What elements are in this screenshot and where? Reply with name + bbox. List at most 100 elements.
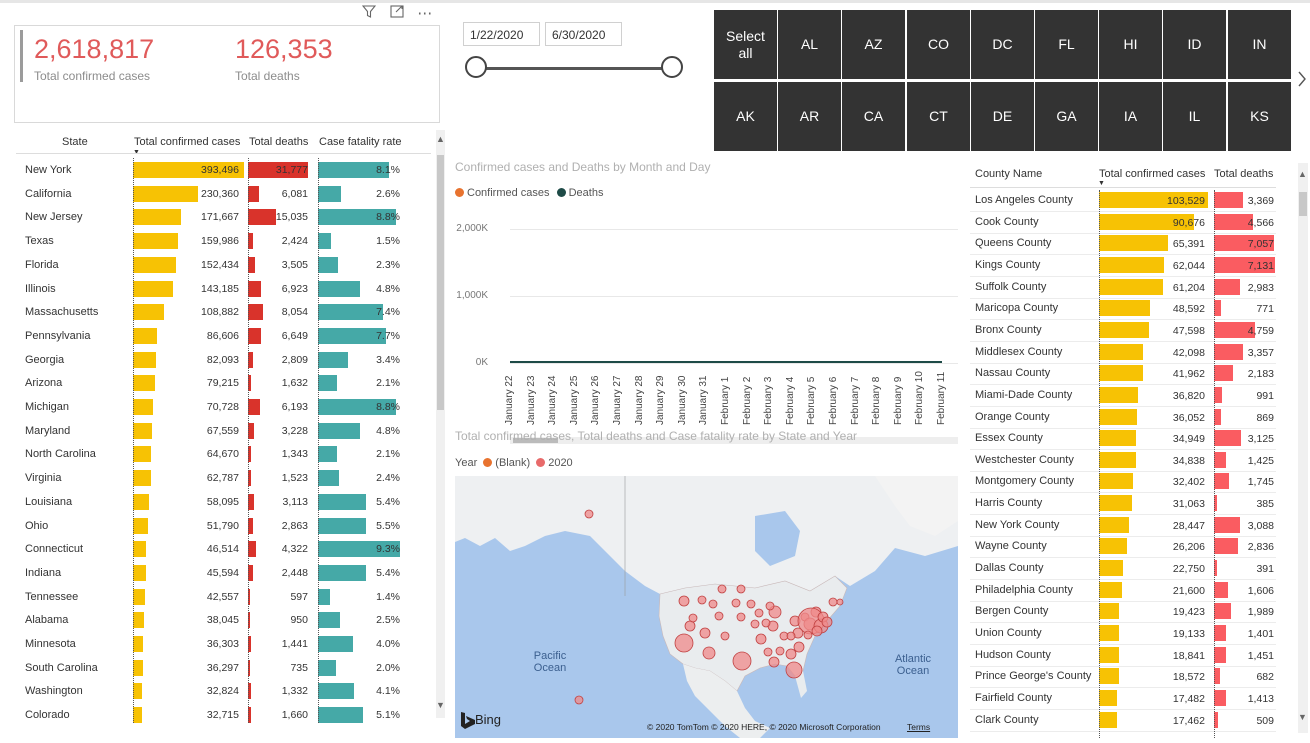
state-button-al[interactable]: AL [778, 10, 841, 79]
state-button-hi[interactable]: HI [1099, 10, 1162, 79]
cfr-value: 2.0% [376, 662, 400, 674]
county-name: Maricopa County [975, 302, 1059, 314]
cfr-value: 2.6% [376, 188, 400, 200]
row-divider [970, 709, 1276, 710]
state-button-fl[interactable]: FL [1035, 10, 1098, 79]
col-header-confirmed[interactable]: Total confirmed cases [134, 136, 240, 148]
scroll-up-icon[interactable]: ▲ [1298, 169, 1307, 179]
deaths-kpi-value: 126,353 [235, 34, 333, 64]
county-name: Westchester County [975, 454, 1074, 466]
deaths-value: 991 [1256, 390, 1274, 402]
state-button-id[interactable]: ID [1163, 10, 1226, 79]
confirmed-value: 21,600 [1172, 585, 1205, 597]
confirmed-value: 36,052 [1172, 412, 1205, 424]
kpi-accent-bar [20, 30, 23, 82]
deaths-value: 3,125 [1247, 433, 1274, 445]
confirmed-value: 38,045 [206, 614, 239, 626]
cfr-value: 8.8% [376, 211, 400, 223]
scroll-down-icon[interactable]: ▼ [436, 700, 445, 710]
map-terms-link[interactable]: Terms [907, 722, 930, 732]
state-button-in[interactable]: IN [1228, 10, 1291, 79]
date-slider-end-handle[interactable] [661, 56, 683, 78]
confirmed-value: 46,514 [206, 543, 239, 555]
x-tick-label: February 10 [914, 371, 925, 425]
confirmed-value: 90,676 [1172, 217, 1205, 229]
col-header-state[interactable]: State [62, 136, 88, 148]
row-divider [970, 449, 1276, 450]
confirmed-value: 171,667 [201, 211, 239, 223]
state-button-ct[interactable]: CT [907, 82, 970, 151]
end-date-input[interactable]: 6/30/2020 [545, 22, 622, 46]
county-name: Harris County [975, 497, 1043, 509]
map-graphic: Pacific Ocean Atlantic Ocean [455, 476, 958, 738]
state-button-ak[interactable]: AK [714, 82, 777, 151]
county-name: Prince George's County [975, 670, 1092, 682]
state-button-il[interactable]: IL [1163, 82, 1226, 151]
deaths-value: 6,649 [281, 330, 308, 342]
state-button-dc[interactable]: DC [971, 10, 1034, 79]
state-button-de[interactable]: DE [971, 82, 1034, 151]
deaths-value: 869 [1256, 412, 1274, 424]
col-header-county-confirmed[interactable]: Total confirmed cases [1099, 168, 1205, 180]
pacific-ocean-label: Pacific Ocean [534, 650, 567, 674]
select-all-button[interactable]: Select all [714, 10, 777, 79]
map-legend-2020[interactable]: 2020 [536, 457, 573, 469]
county-table-scroll-thumb[interactable] [1299, 192, 1307, 216]
state-name: Ohio [25, 520, 49, 532]
deaths-value: 3,228 [281, 425, 308, 437]
legend-dot-icon [536, 458, 546, 467]
state-name: Alabama [25, 614, 69, 626]
county-name: Los Angeles County [975, 194, 1073, 206]
col-header-county-deaths[interactable]: Total deaths [1214, 168, 1273, 180]
bubble-map[interactable]: Pacific Ocean Atlantic Ocean Bing © 2020… [455, 476, 958, 738]
state-name: Virginia [25, 472, 62, 484]
state-button-ca[interactable]: CA [842, 82, 905, 151]
deaths-value: 950 [290, 614, 308, 626]
deaths-value: 682 [1256, 671, 1274, 683]
x-tick-label: February 2 [742, 376, 753, 425]
col-header-deaths[interactable]: Total deaths [249, 136, 308, 148]
state-button-co[interactable]: CO [907, 10, 970, 79]
more-options-icon[interactable]: ⋯ [417, 5, 433, 22]
county-name: Bronx County [975, 324, 1042, 336]
state-name: Maryland [25, 425, 71, 437]
deaths-value: 6,081 [281, 188, 308, 200]
deaths-value: 3,113 [282, 496, 309, 508]
legend-confirmed[interactable]: Confirmed cases [455, 187, 550, 199]
confirmed-value: 62,787 [206, 472, 239, 484]
col-header-cfr[interactable]: Case fatality rate [319, 136, 402, 148]
bing-logo-text: Bing [475, 712, 502, 727]
cfr-value: 5.1% [376, 709, 400, 721]
state-button-ga[interactable]: GA [1035, 82, 1098, 151]
confirmed-value: 47,598 [1172, 325, 1205, 337]
cfr-value: 5.4% [376, 567, 400, 579]
state-button-ia[interactable]: IA [1099, 82, 1162, 151]
state-table-scroll-thumb[interactable] [437, 155, 444, 410]
deaths-kpi-label: Total deaths [235, 69, 300, 83]
deaths-value: 6,193 [281, 401, 308, 413]
start-date-input[interactable]: 1/22/2020 [463, 22, 540, 46]
cfr-value: 1.5% [376, 235, 400, 247]
chevron-right-icon[interactable] [1297, 70, 1307, 93]
date-slider-start-handle[interactable] [465, 56, 487, 78]
legend-deaths[interactable]: Deaths [556, 187, 603, 199]
x-tick-label: January 30 [677, 375, 688, 425]
state-button-ar[interactable]: AR [778, 82, 841, 151]
state-button-az[interactable]: AZ [842, 10, 905, 79]
x-tick-label: February 5 [806, 376, 817, 425]
x-tick-label: January 28 [634, 375, 645, 425]
state-button-ks[interactable]: KS [1228, 82, 1291, 151]
filter-icon[interactable] [361, 5, 380, 21]
cfr-value: 9.3% [376, 543, 400, 555]
focus-mode-icon[interactable] [390, 5, 408, 21]
cfr-value: 5.5% [376, 520, 400, 532]
county-name: Queens County [975, 237, 1052, 249]
deaths-value: 2,448 [281, 567, 308, 579]
scroll-down-icon[interactable]: ▼ [1298, 712, 1307, 722]
scroll-up-icon[interactable]: ▲ [436, 134, 445, 144]
state-name: Minnesota [25, 638, 76, 650]
map-legend-blank[interactable]: (Blank) [483, 457, 530, 469]
county-table-scrollbar[interactable] [1298, 163, 1308, 733]
date-slider-track[interactable] [476, 67, 672, 70]
col-header-county[interactable]: County Name [975, 168, 1042, 180]
